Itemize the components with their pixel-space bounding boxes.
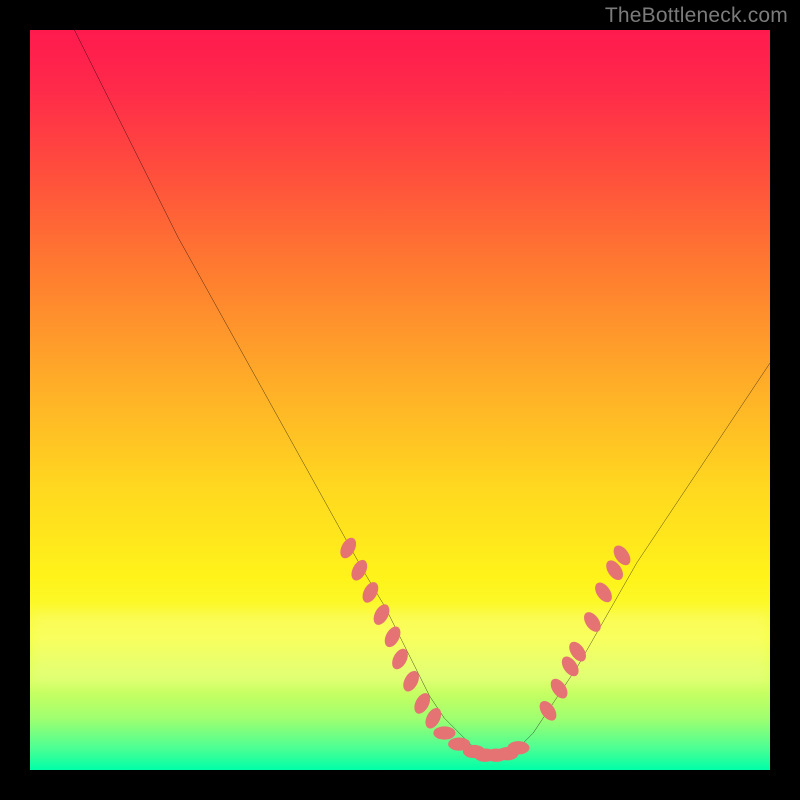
plot-area [30, 30, 770, 770]
data-marker [592, 579, 616, 605]
curve-layer [30, 30, 770, 770]
bottleneck-curve [74, 30, 770, 755]
data-marker [337, 535, 359, 561]
chart-stage: TheBottleneck.com [0, 0, 800, 800]
watermark-text: TheBottleneck.com [605, 4, 788, 28]
data-marker [359, 579, 381, 605]
data-marker [547, 676, 571, 702]
data-marker [389, 646, 411, 672]
data-marker [507, 741, 529, 754]
data-marker [400, 668, 422, 694]
data-marker [348, 557, 370, 583]
data-marker [581, 609, 605, 635]
data-marker [536, 698, 560, 724]
data-markers [337, 535, 634, 762]
data-marker [370, 602, 392, 628]
data-marker [433, 726, 455, 739]
data-marker [382, 624, 404, 650]
